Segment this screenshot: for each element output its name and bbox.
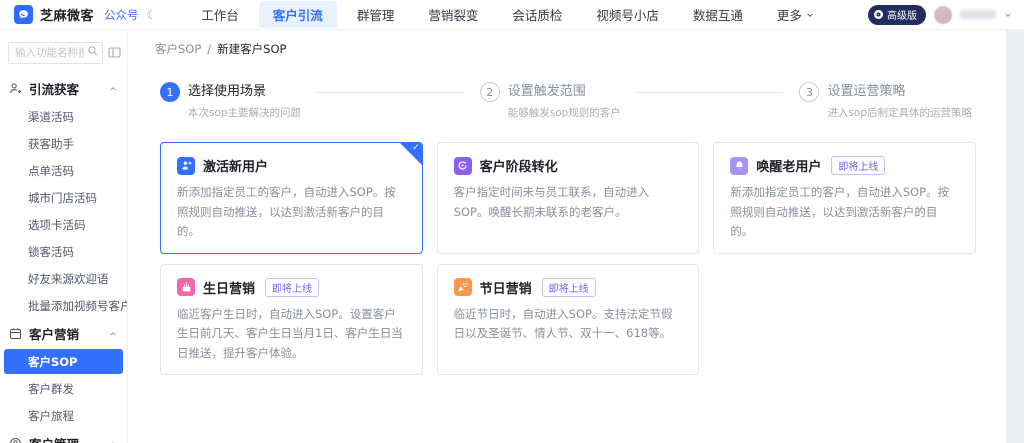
- step-1-choose-scenario: 1 选择使用场景 本次sop主要解决的问题: [160, 82, 301, 120]
- scenario-card-holiday-marketing[interactable]: 节日营销 即将上线 临近节日时，自动进入SOP。支持法定节假日以及圣诞节、情人节…: [437, 264, 700, 376]
- step-number: 2: [480, 82, 500, 102]
- sidebar-item-customer-sop[interactable]: 客户SOP: [4, 349, 123, 374]
- sidebar-section-title: 引流获客: [29, 79, 102, 98]
- official-account-link[interactable]: 公众号: [104, 7, 139, 23]
- step-title: 设置运营策略: [827, 82, 972, 102]
- search-icon: [87, 45, 99, 57]
- sidebar-item-channel-qrcode[interactable]: 渠道活码: [0, 103, 127, 130]
- collapse-sidebar-icon[interactable]: [108, 46, 121, 59]
- bell-icon: [730, 157, 748, 175]
- card-description: 临近节日时，自动进入SOP。支持法定节假日以及圣诞节、情人节、双十一、618等。: [454, 305, 683, 344]
- sidebar-item-tab-qrcode[interactable]: 选项卡活码: [0, 211, 127, 238]
- chevron-up-icon: [109, 440, 117, 443]
- avatar[interactable]: [934, 6, 952, 24]
- plan-badge[interactable]: 高级版: [868, 5, 926, 25]
- sidebar-section-title: 客户管理: [29, 434, 102, 443]
- card-title: 激活新用户: [203, 156, 268, 175]
- breadcrumb: 客户SOP / 新建客户SOP: [128, 30, 1006, 57]
- brand-name: 芝麻微客: [40, 5, 94, 24]
- user-add-icon: [177, 157, 195, 175]
- calendar-icon: [9, 327, 22, 340]
- chevron-up-icon: [109, 85, 117, 93]
- user-menu-chevron-icon[interactable]: [1004, 11, 1012, 19]
- nav-item-customer-acquisition[interactable]: 客户引流: [259, 1, 337, 28]
- main-content: 客户SOP / 新建客户SOP 1 选择使用场景 本次sop主要解决的问题 2: [128, 30, 1024, 443]
- sidebar-item-city-store-qrcode[interactable]: 城市门店活码: [0, 184, 127, 211]
- nav-item-channels-shop[interactable]: 视频号小店: [582, 1, 673, 28]
- step-connector: [637, 92, 784, 93]
- breadcrumb-parent[interactable]: 客户SOP: [155, 41, 201, 57]
- card-description: 新添加指定员工的客户，自动进入SOP。按照规则自动推送，以达到激活新客户的目的。: [177, 183, 406, 242]
- sidebar-item-lock-customer-qrcode[interactable]: 锁客活码: [0, 238, 127, 265]
- breadcrumb-current: 新建客户SOP: [217, 41, 286, 57]
- step-title: 选择使用场景: [188, 82, 301, 102]
- step-number: 3: [799, 82, 819, 102]
- nav-item-workbench[interactable]: 工作台: [187, 1, 253, 28]
- app-root: 芝麻微客 公众号 ☾ 工作台 客户引流 群管理 营销裂变 会话质检 视频号小店 …: [0, 0, 1024, 443]
- topbar-right: 高级版: [868, 5, 1012, 25]
- sidebar-item-customer-journey[interactable]: 客户旅程: [0, 402, 127, 429]
- card-description: 客户指定时间未与员工联系，自动进入SOP。唤醒长期未联系的老客户。: [454, 183, 683, 222]
- topbar: 芝麻微客 公众号 ☾ 工作台 客户引流 群管理 营销裂变 会话质检 视频号小店 …: [0, 0, 1024, 30]
- coming-soon-badge: 即将上线: [265, 278, 319, 297]
- step-description: 进入sop后制定具体的运营策略: [827, 105, 972, 120]
- step-2-trigger-scope: 2 设置触发范围 能够触发sop规则的客户: [480, 82, 621, 120]
- step-title: 设置触发范围: [508, 82, 621, 102]
- crescent-icon[interactable]: ☾: [147, 9, 158, 21]
- sidebar-section-customer-marketing[interactable]: 客户营销: [0, 319, 127, 348]
- sidebar-item-customer-mass-send[interactable]: 客户群发: [0, 375, 127, 402]
- sidebar-section-customer-management[interactable]: 客户管理: [0, 429, 127, 443]
- card-title: 客户阶段转化: [480, 156, 558, 175]
- top-navigation: 工作台 客户引流 群管理 营销裂变 会话质检 视频号小店 数据互通 更多: [187, 1, 828, 28]
- sidebar-section-acquisition[interactable]: 引流获客: [0, 74, 127, 103]
- stepper: 1 选择使用场景 本次sop主要解决的问题 2 设置触发范围 能够触发sop规则…: [160, 82, 972, 120]
- card-title: 节日营销: [480, 278, 532, 297]
- coming-soon-badge: 即将上线: [542, 278, 596, 297]
- app-logo-icon[interactable]: [14, 5, 33, 24]
- chevron-up-icon: [109, 330, 117, 338]
- sidebar-item-order-qrcode[interactable]: 点单活码: [0, 157, 127, 184]
- card-description: 临近客户生日时，自动进入SOP。设置客户生日前几天、客户生日当月1日、客户生日当…: [177, 305, 406, 364]
- scenario-card-birthday-marketing[interactable]: 生日营销 即将上线 临近客户生日时，自动进入SOP。设置客户生日前几天、客户生日…: [160, 264, 423, 376]
- coming-soon-badge: 即将上线: [831, 156, 885, 175]
- step-description: 能够触发sop规则的客户: [508, 105, 621, 120]
- user-name-masked: [960, 10, 996, 19]
- nav-item-data-connect[interactable]: 数据互通: [679, 1, 757, 28]
- party-popper-icon: [454, 278, 472, 296]
- sidebar-item-friend-source-greeting[interactable]: 好友来源欢迎语: [0, 265, 127, 292]
- sidebar-item-batch-add-channels-customer[interactable]: 批量添加视频号客户: [0, 292, 127, 319]
- scenario-card-wake-old-users[interactable]: 唤醒老用户 即将上线 新添加指定员工的客户，自动进入SOP。按照规则自动推送，以…: [713, 142, 976, 254]
- nav-item-group-management[interactable]: 群管理: [343, 1, 409, 28]
- user-add-icon: [9, 82, 22, 95]
- chevron-down-icon: [806, 11, 814, 19]
- sidebar-item-acquisition-assistant[interactable]: 获客助手: [0, 130, 127, 157]
- nav-item-more[interactable]: 更多: [763, 1, 828, 28]
- check-icon: ✓: [412, 143, 420, 153]
- card-title: 生日营销: [203, 278, 255, 297]
- step-connector: [317, 92, 464, 93]
- user-manage-icon: [9, 437, 22, 443]
- nav-item-marketing-fission[interactable]: 营销裂变: [414, 1, 492, 28]
- breadcrumb-separator: /: [207, 42, 211, 56]
- nav-more-label: 更多: [777, 5, 802, 24]
- sidebar: 引流获客 渠道活码 获客助手 点单活码 城市门店活码 选项卡活码 锁客活码 好友…: [0, 30, 128, 443]
- nav-item-chat-inspection[interactable]: 会话质检: [498, 1, 576, 28]
- plan-badge-label: 高级版: [887, 7, 917, 22]
- convert-icon: [454, 157, 472, 175]
- card-description: 新添加指定员工的客户，自动进入SOP。按照规则自动推送，以达到激活新客户的目的。: [730, 183, 959, 242]
- cake-icon: [177, 278, 195, 296]
- scenario-card-activate-new-users[interactable]: ✓ 激活新用户 新添加指定员工的客户，自动进入SOP。按照规则自动推送，以达到激…: [160, 142, 423, 254]
- scrollbar[interactable]: [1006, 30, 1024, 443]
- step-number: 1: [160, 82, 180, 102]
- step-3-operation-strategy: 3 设置运营策略 进入sop后制定具体的运营策略: [799, 82, 972, 120]
- vip-icon: [874, 10, 883, 19]
- scenario-card-grid: ✓ 激活新用户 新添加指定员工的客户，自动进入SOP。按照规则自动推送，以达到激…: [160, 142, 976, 375]
- card-title: 唤醒老用户: [756, 156, 821, 175]
- sidebar-section-title: 客户营销: [29, 324, 102, 343]
- scenario-card-customer-stage-conversion[interactable]: 客户阶段转化 客户指定时间未与员工联系，自动进入SOP。唤醒长期未联系的老客户。: [437, 142, 700, 254]
- step-description: 本次sop主要解决的问题: [188, 105, 301, 120]
